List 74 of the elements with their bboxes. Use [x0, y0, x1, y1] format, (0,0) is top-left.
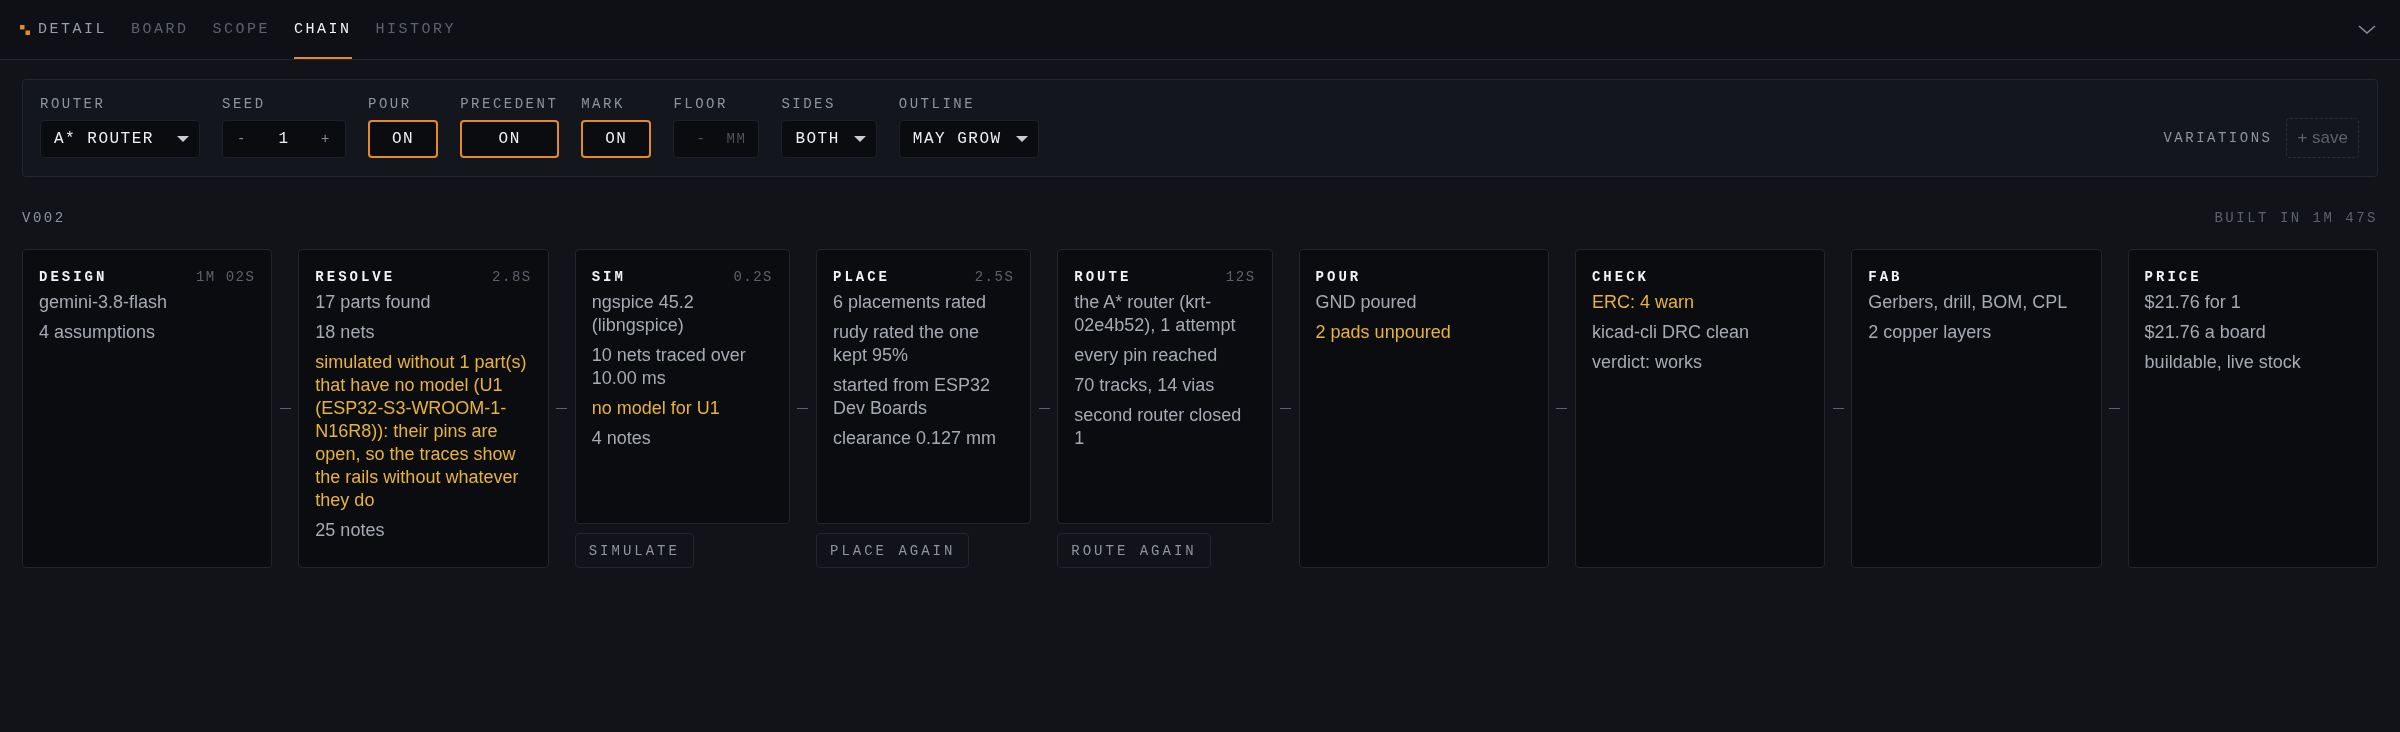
variations-label: VARIATIONS: [2163, 130, 2273, 146]
field-label: SEED: [222, 96, 267, 112]
stage-detail: every pin reached: [1074, 344, 1219, 367]
stage-detail: 10 nets traced over 10.00 ms: [591, 344, 747, 390]
stage-detail: 4 assumptions: [39, 321, 157, 344]
stage-title: RESOLVE: [315, 269, 396, 285]
toggle-button[interactable]: ON: [368, 120, 439, 158]
field-label: ROUTER: [40, 96, 107, 112]
stage-detail: clearance 0.127 mm: [833, 427, 998, 450]
stage-detail: 2 copper layers: [1868, 321, 1993, 344]
stage-time: 1M 02S: [195, 269, 256, 285]
toggle-button[interactable]: ON: [460, 120, 560, 158]
stage-detail: 18 nets: [315, 321, 376, 344]
tab[interactable]: CHAIN: [294, 0, 352, 59]
toggle-button[interactable]: ON: [581, 120, 652, 158]
stage-title: SIM: [591, 269, 626, 285]
stage-action-button[interactable]: PLACE AGAIN: [816, 533, 970, 568]
field-label: FLOOR: [673, 96, 729, 112]
stage-detail: 6 placements rated: [833, 291, 988, 314]
field-label: POUR: [368, 96, 413, 112]
field-label: PRECEDENT: [460, 96, 560, 112]
warning-text: simulated without 1 part(s) that have no model (U1 (ESP32-S3-WROOM-1-N16R8)): their pins are open, so the traces show the rails without whatever they do: [315, 351, 528, 512]
stage-title: CHECK: [1591, 269, 1649, 285]
stage-detail: 70 tracks, 14 vias: [1074, 374, 1216, 397]
dropdown[interactable]: BOTH: [781, 120, 877, 158]
tab[interactable]: DETAIL: [38, 0, 107, 59]
stage-time: 2.5S: [974, 269, 1015, 285]
dropdown[interactable]: MAY GROW: [898, 120, 1039, 158]
minus-button[interactable]: -: [237, 131, 247, 147]
stage-detail: second router closed 1: [1074, 404, 1243, 450]
stage-detail: $21.76 a board: [2144, 321, 2267, 344]
stage-detail: buildable, live stock: [2144, 351, 2302, 374]
stage-detail: kicad-cli DRC clean: [1591, 321, 1750, 344]
caret-icon: [177, 135, 189, 143]
chevron-down-icon[interactable]: [2358, 24, 2376, 35]
stage-detail: 17 parts found: [315, 291, 432, 314]
stage-title: POUR: [1315, 269, 1362, 285]
version-label: V002: [22, 210, 66, 226]
stage-title: PRICE: [2144, 269, 2202, 285]
stage-title: ROUTE: [1074, 269, 1132, 285]
warning-text: 2 pads unpoured: [1315, 321, 1452, 344]
stage-time: 12S: [1225, 269, 1256, 285]
build-time: BUILT IN 1M 47S: [2214, 210, 2378, 226]
stage-detail: 25 notes: [315, 519, 386, 542]
caret-icon: [1015, 135, 1028, 143]
stage-title: DESIGN: [39, 269, 108, 285]
stage-detail: gemini-3.8-flash: [39, 291, 169, 314]
field-label: SIDES: [781, 96, 837, 112]
stepper-field[interactable]: - 1 +: [222, 120, 346, 158]
stage-detail: rudy rated the one kept 95%: [833, 321, 981, 367]
field-label: OUTLINE: [898, 96, 977, 112]
field-label: MARK: [581, 96, 626, 112]
stage-detail: started from ESP32 Dev Boards: [833, 374, 992, 420]
stage-time: 0.2S: [733, 269, 773, 285]
stage-detail: 4 notes: [591, 427, 652, 450]
seed-value: 1: [278, 130, 290, 148]
stage-action-button[interactable]: ROUTE AGAIN: [1057, 533, 1211, 568]
stage-detail: ngspice 45.2 (libngspice): [591, 291, 695, 337]
caret-icon: [853, 135, 866, 143]
stage-title: PLACE: [833, 269, 890, 285]
stage-detail: Gerbers, drill, BOM, CPL: [1868, 291, 2069, 314]
stage-action-button[interactable]: SIMULATE: [574, 533, 694, 568]
stage-detail: GND poured: [1315, 291, 1418, 314]
dropdown[interactable]: A* ROUTER: [40, 120, 200, 158]
stage-detail: the A* router (krt-02e4b52), 1 attempt: [1074, 291, 1237, 337]
stage-title: FAB: [1868, 269, 1903, 285]
plus-button[interactable]: +: [321, 131, 331, 147]
stage-time: 2.8S: [492, 269, 532, 285]
warning-text: ERC: 4 warn: [1591, 291, 1695, 314]
warning-text: no model for U1: [591, 397, 721, 420]
stage-detail: $21.76 for 1: [2144, 291, 2242, 314]
input-field[interactable]: -: [696, 131, 711, 147]
unit-label: MM: [726, 131, 747, 147]
stage-detail: verdict: works: [1591, 351, 1703, 374]
